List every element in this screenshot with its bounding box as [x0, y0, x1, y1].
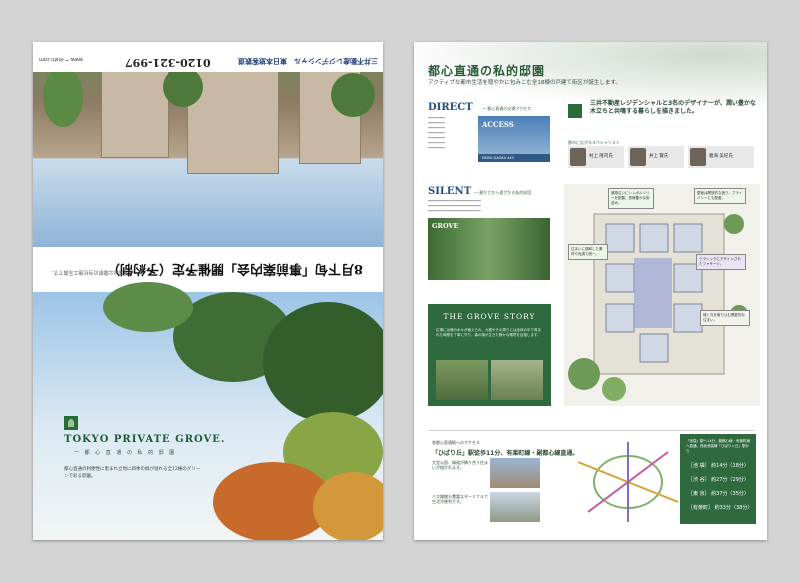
page-subtitle: アクティブな都市生活を穏やかに包みこむ全18棟の戸建て街区が誕生します。	[428, 80, 621, 86]
access-sub: バス路線も豊富なターミナルで生活が便利です。	[432, 494, 488, 504]
avatar	[690, 148, 706, 166]
photo-note: ※写真は公開前の当社施工写真です。	[49, 269, 133, 275]
page-title: 都心直通の私的邸園	[428, 64, 546, 78]
access-label: ACCESS	[482, 120, 514, 129]
station-label: EBISU GAOKA 445	[478, 154, 550, 162]
designer-card: 井上 賢氏	[628, 146, 684, 168]
silent-heading: SILENT	[428, 186, 472, 197]
event-banner: 8月下旬「事前案内会」開催予定（予約制） ※写真は公開前の当社施工写真です。	[33, 247, 383, 292]
story-photo	[436, 360, 488, 400]
story-title: THE GROVE STORY	[443, 312, 536, 321]
plan-callout: 壁面は開放的な造り。プライバシーにも配慮。	[694, 188, 746, 204]
travel-time-row: ［池 袋］ 約14分〈18分〉	[688, 463, 749, 469]
station-photo	[490, 458, 540, 488]
phone-number: 0120-321-997	[125, 56, 211, 69]
lead-text: 都心直通の利便性に恵まれ立地に四季の緑が溢れる全12棟のグリーンで彩る邸園。	[64, 467, 201, 479]
designer-card: 雅海 美紀氏	[688, 146, 754, 168]
event-headline: 8月下旬「事前案内会」開催予定（予約制）	[106, 261, 363, 276]
residence-photo	[33, 52, 383, 247]
plan-callout: 緑と光を取り込む開放的な住まい。	[700, 310, 750, 326]
site-plan-map: 道路沿いにシンボルツリーを配置。表情豊かな街並み。 壁面は開放的な造り。プライバ…	[564, 184, 760, 406]
story-text: 広場には緑の木々が植えられ、大樹やその周りには全体の中で育まれた時間を丁寧に守り…	[436, 328, 542, 337]
grove-logo-icon	[64, 416, 78, 430]
story-photo	[491, 360, 543, 400]
route-map	[578, 442, 678, 522]
upside-down-panel: 8月下旬「事前案内会」開催予定（予約制） ※写真は公開前の当社施工写真です。	[33, 42, 383, 292]
travel-time-row: ［有楽町］ 約33分〈38分〉	[688, 505, 753, 511]
travel-time-box: 「池袋」駅へ14分、副都心線・有楽町線へ直通。西武池袋線「ひばりヶ丘」駅から ［…	[680, 434, 756, 524]
grove-photo: GROVE	[428, 218, 550, 280]
right-flyer-sheet: 都心直通の私的邸園 アクティブな都市生活を穏やかに包みこむ全18棟の戸建て街区が…	[414, 42, 767, 540]
contact-strip: www.ー-kishi.com 0120-321-997 三井不動産レジデンシャ…	[33, 42, 383, 72]
brand-logos: 三井不動産レジデンシャル 東日本旅客鉄道	[238, 57, 378, 65]
grove-story-panel: THE GROVE STORY 広場には緑の木々が植えられ、大樹やその周りには全…	[428, 304, 551, 406]
sky-foliage-visual	[33, 282, 383, 540]
direct-label: ― 都心直通の交通アクセス	[482, 106, 532, 111]
travel-time-row: ［東 京］ 約37分〈35分〉	[688, 491, 749, 497]
travel-time-header: 「池袋」駅へ14分、副都心線・有楽町線へ直通。西武池袋線「ひばりヶ丘」駅から	[686, 439, 750, 453]
silent-text: ━━━━━━━━━━━━━━━━━━━━━━━━━ ━━━━━━━━━━━━━━━…	[428, 199, 481, 213]
brand-title: TOKYO PRIVATE GROVE.	[64, 434, 226, 445]
tree-shape	[163, 67, 203, 107]
designer-intro: 三井不動産レジデンシャルと3名のデザイナーが、潤い豊かな木立ちと共鳴する暮らしを…	[590, 100, 756, 115]
direct-photo: ACCESS EBISU GAOKA 445	[478, 116, 550, 162]
grove-logo-icon	[568, 104, 582, 118]
designer-name: 村上 隆司氏	[589, 154, 613, 159]
direct-heading: DIRECT	[428, 102, 473, 113]
foliage-shape	[313, 472, 383, 540]
access-sub: 大型公園、緑道が隣り合う住まいが描かれます。	[432, 460, 488, 470]
direct-text: ━━━━━━━━ ━━━━━━━━ ━━━━━━━━ ━━━━━━━━ ━━━━━━━━…	[428, 116, 445, 150]
silent-label: ― 静かさから遠ざかる私的邸園	[474, 190, 532, 195]
travel-time-row: ［渋 谷］ 約27分〈29分〉	[688, 477, 749, 483]
brand-subtitle: 一 都 心 直 通 の 私 的 邸 園	[74, 450, 177, 456]
divider	[428, 430, 754, 431]
tree-shape	[331, 73, 375, 117]
plan-callout: クラシックにデザインされたファサード。	[696, 254, 746, 270]
foliage-shape	[103, 282, 193, 332]
access-main-text: 「ひばり丘」駅徒歩11分、有楽町線・副都心線直通。	[432, 450, 579, 457]
access-header: 各都心直通駅へのアクセス	[432, 440, 480, 445]
plan-callout: 道路沿いにシンボルツリーを配置。表情豊かな街並み。	[608, 188, 654, 209]
grove-label: GROVE	[432, 222, 459, 230]
plan-callout: 住まいに調和した素材や色調で統一。	[568, 244, 608, 260]
tree-shape	[43, 67, 83, 127]
site-plan-drawing	[568, 213, 748, 401]
left-flyer-sheet: 8月下旬「事前案内会」開催予定（予約制） ※写真は公開前の当社施工写真です。 w…	[33, 42, 383, 540]
designer-name: 井上 賢氏	[649, 154, 669, 159]
foliage-shape	[263, 302, 383, 422]
avatar	[570, 148, 586, 166]
designer-card: 村上 隆司氏	[568, 146, 624, 168]
avatar	[630, 148, 646, 166]
bus-terminal-photo	[490, 492, 540, 522]
website-url: www.ー-kishi.com	[39, 56, 83, 62]
designer-name: 雅海 美紀氏	[709, 154, 733, 159]
